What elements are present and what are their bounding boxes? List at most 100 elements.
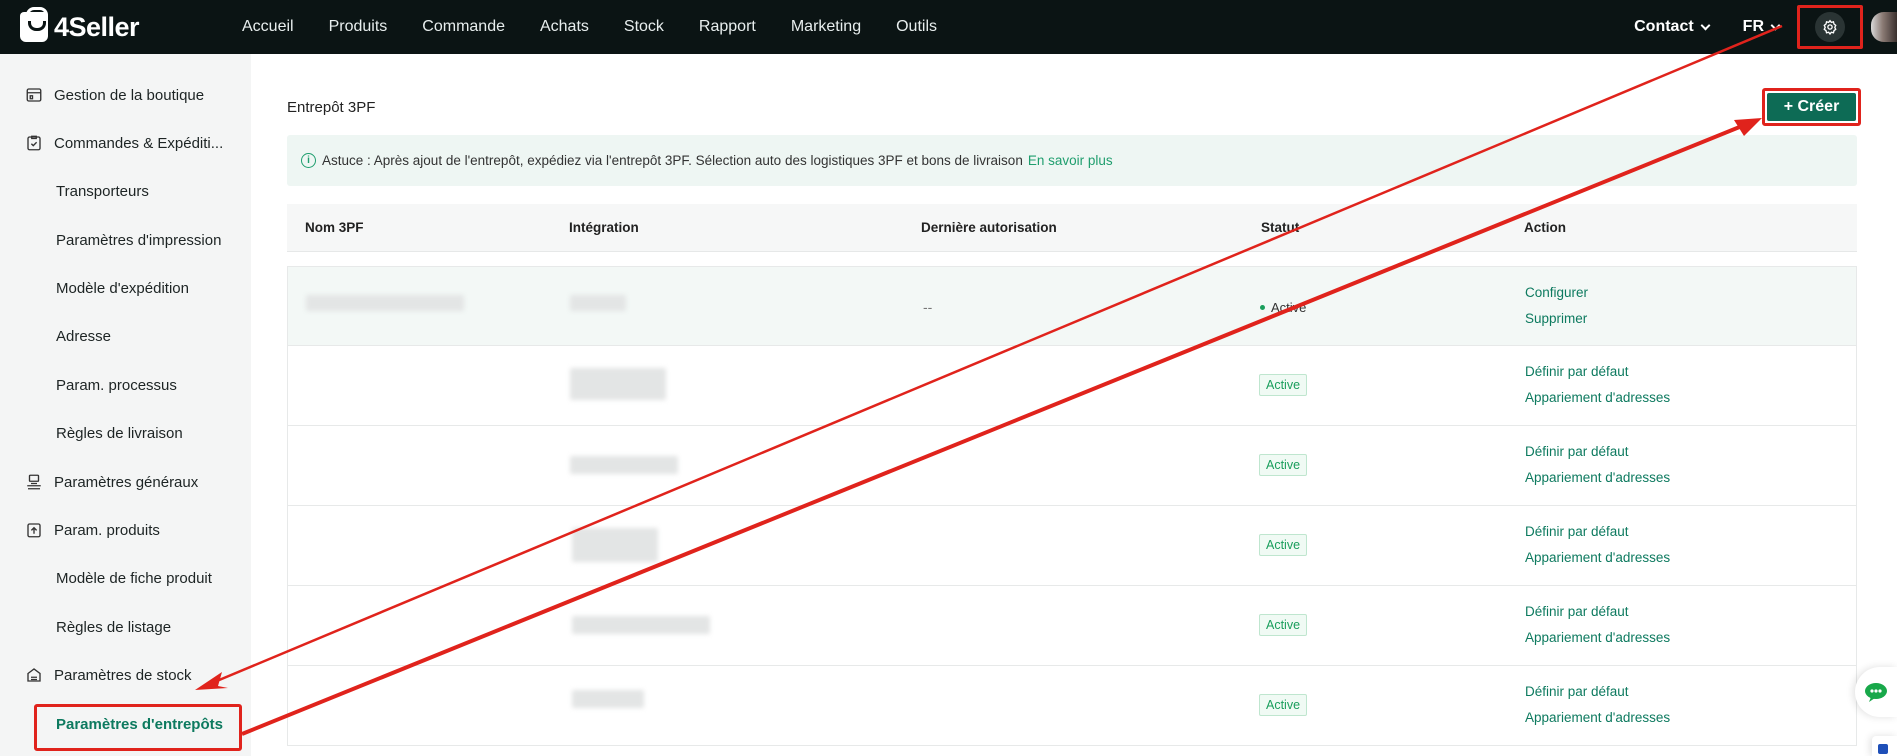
settings-highlight-box <box>1797 5 1863 49</box>
sidebar-item-parametres-stock[interactable]: Paramètres de stock <box>0 655 251 695</box>
address-matching-link[interactable]: Appariement d'adresses <box>1525 550 1670 565</box>
clipboard-icon <box>24 133 44 153</box>
set-default-link[interactable]: Définir par défaut <box>1525 444 1629 459</box>
table-row: -- Activé Configurer Supprimer <box>287 266 1857 346</box>
status-indicator: Activé <box>1260 300 1306 315</box>
status-badge: Active <box>1259 374 1308 396</box>
nav-item-stock[interactable]: Stock <box>624 18 664 36</box>
language-label: FR <box>1742 18 1764 35</box>
shop-icon <box>24 85 44 105</box>
redacted-integration <box>570 456 678 474</box>
nav-item-outils[interactable]: Outils <box>896 18 937 36</box>
help-widget-button[interactable] <box>1872 736 1897 756</box>
shopping-bag-icon <box>20 7 48 42</box>
upload-box-icon <box>24 520 44 540</box>
column-header-derniere-autorisation[interactable]: Dernière autorisation <box>921 220 1057 235</box>
column-header-integration[interactable]: Intégration <box>569 220 639 235</box>
sidebar-item-gestion-boutique[interactable]: Gestion de la boutique <box>0 75 251 115</box>
sidebar-item-parametres-generaux[interactable]: Paramètres généraux <box>0 462 251 502</box>
settings-sidebar: Gestion de la boutique Commandes & Expéd… <box>0 54 251 756</box>
redacted-integration <box>572 690 644 708</box>
column-header-action[interactable]: Action <box>1524 220 1566 235</box>
warehouse-icon <box>24 665 44 685</box>
configure-link[interactable]: Configurer <box>1525 285 1588 300</box>
status-badge: Active <box>1259 534 1308 556</box>
status-badge: Active <box>1259 694 1308 716</box>
address-matching-link[interactable]: Appariement d'adresses <box>1525 470 1670 485</box>
address-matching-link[interactable]: Appariement d'adresses <box>1525 630 1670 645</box>
sidebar-item-regles-livraison[interactable]: Règles de livraison <box>0 413 251 453</box>
status-badge: Active <box>1259 454 1308 476</box>
sidebar-item-label: Commandes & Expéditi... <box>54 134 224 152</box>
tip-text: Astuce : Après ajout de l'entrepôt, expé… <box>322 153 1023 168</box>
sidebar-item-label: Modèle d'expédition <box>56 279 189 297</box>
create-highlight-box: + Créer <box>1762 88 1861 126</box>
logo[interactable]: 4Seller <box>20 7 210 43</box>
set-default-link[interactable]: Définir par défaut <box>1525 604 1629 619</box>
create-button[interactable]: + Créer <box>1767 93 1856 121</box>
sidebar-item-param-produits[interactable]: Param. produits <box>0 510 251 550</box>
sidebar-item-commandes-expeditions[interactable]: Commandes & Expéditi... <box>0 123 251 163</box>
sidebar-item-modele-expedition[interactable]: Modèle d'expédition <box>0 268 251 308</box>
sidebar-item-label: Adresse <box>56 327 112 345</box>
sidebar-item-parametres-impression[interactable]: Paramètres d'impression <box>0 220 251 260</box>
logo-text: 4Seller <box>54 11 140 42</box>
sidebar-item-label: Param. processus <box>56 376 177 394</box>
learn-more-link[interactable]: En savoir plus <box>1028 153 1113 168</box>
printer-icon <box>24 472 44 492</box>
sidebar-item-label: Règles de livraison <box>56 424 183 442</box>
sidebar-item-label: Gestion de la boutique <box>54 86 205 104</box>
sidebar-item-label: Paramètres d'impression <box>56 231 222 249</box>
redacted-integration <box>572 616 710 634</box>
sidebar-item-param-processus[interactable]: Param. processus <box>0 365 251 405</box>
status-badge: Active <box>1259 614 1308 636</box>
redacted-name <box>306 295 464 311</box>
sidebar-item-label: Modèle de fiche produit <box>56 569 212 587</box>
chat-support-button[interactable] <box>1855 667 1897 717</box>
table-row: Active Définir par défaut Appariement d'… <box>287 506 1857 586</box>
set-default-link[interactable]: Définir par défaut <box>1525 684 1629 699</box>
redacted-integration <box>570 368 666 400</box>
top-navigation-bar: 4Seller Accueil Produits Commande Achats… <box>0 0 1897 54</box>
set-default-link[interactable]: Définir par défaut <box>1525 364 1629 379</box>
chat-icon <box>1865 683 1887 702</box>
table-header: Nom 3PF Intégration Dernière autorisatio… <box>287 204 1857 252</box>
table-row: Active Définir par défaut Appariement d'… <box>287 346 1857 426</box>
sidebar-item-modele-fiche-produit[interactable]: Modèle de fiche produit <box>0 558 251 598</box>
sidebar-item-label: Transporteurs <box>56 182 149 200</box>
main-nav: Accueil Produits Commande Achats Stock R… <box>242 18 972 36</box>
table-row: Active Définir par défaut Appariement d'… <box>287 426 1857 506</box>
sidebar-item-label: Param. produits <box>54 521 160 539</box>
avatar[interactable] <box>1871 12 1897 42</box>
table-row: Active Définir par défaut Appariement d'… <box>287 666 1857 746</box>
delete-link[interactable]: Supprimer <box>1525 311 1587 326</box>
last-authorization: -- <box>923 299 933 315</box>
sidebar-item-label: Règles de listage <box>56 618 172 636</box>
nav-item-achats[interactable]: Achats <box>540 18 589 36</box>
sidebar-item-label: Paramètres généraux <box>54 473 199 491</box>
redacted-integration <box>572 528 658 562</box>
sidebar-item-regles-listage[interactable]: Règles de listage <box>0 607 251 647</box>
page-title: Entrepôt 3PF <box>287 99 376 116</box>
sidebar-item-transporteurs[interactable]: Transporteurs <box>0 171 251 211</box>
nav-item-marketing[interactable]: Marketing <box>791 18 861 36</box>
top-right-controls: Contact FR <box>1634 0 1897 54</box>
language-menu[interactable]: FR <box>1742 18 1781 36</box>
column-header-statut[interactable]: Statut <box>1261 220 1299 235</box>
main-content: Entrepôt 3PF + Créer i Astuce : Après aj… <box>251 54 1897 756</box>
nav-item-rapport[interactable]: Rapport <box>699 18 756 36</box>
settings-button[interactable] <box>1815 12 1845 42</box>
nav-item-produits[interactable]: Produits <box>329 18 388 36</box>
address-matching-link[interactable]: Appariement d'adresses <box>1525 390 1670 405</box>
nav-item-accueil[interactable]: Accueil <box>242 18 294 36</box>
tip-banner: i Astuce : Après ajout de l'entrepôt, ex… <box>287 135 1857 186</box>
sidebar-item-adresse[interactable]: Adresse <box>0 316 251 356</box>
info-icon: i <box>301 153 316 168</box>
set-default-link[interactable]: Définir par défaut <box>1525 524 1629 539</box>
column-header-nom-3pf[interactable]: Nom 3PF <box>305 220 364 235</box>
address-matching-link[interactable]: Appariement d'adresses <box>1525 710 1670 725</box>
gear-icon <box>1823 19 1837 35</box>
nav-item-commande[interactable]: Commande <box>422 18 505 36</box>
table-row: Active Définir par défaut Appariement d'… <box>287 586 1857 666</box>
contact-menu[interactable]: Contact <box>1634 18 1711 36</box>
